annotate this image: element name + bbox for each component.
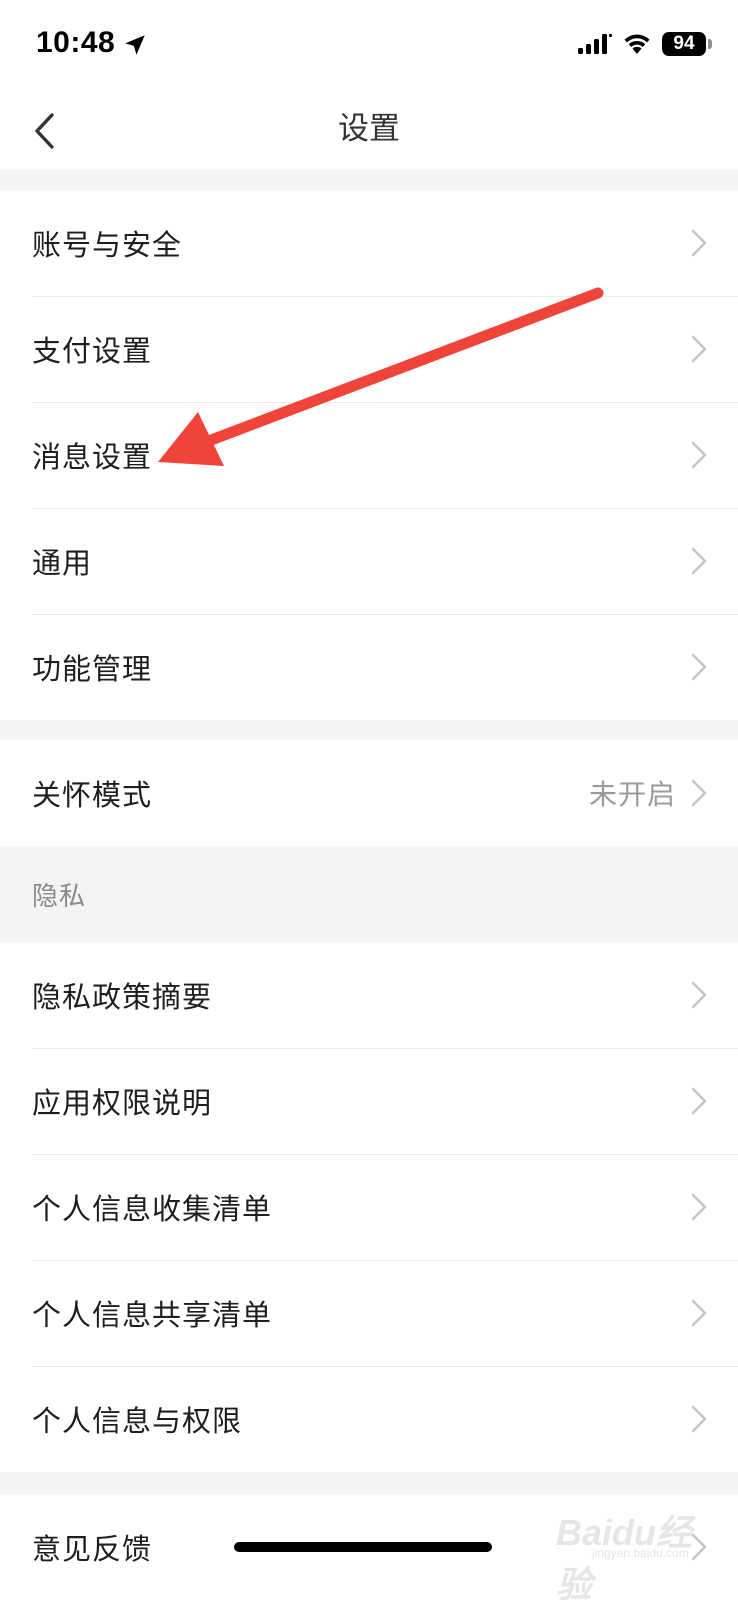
row-label: 通用	[32, 546, 93, 580]
row-value: 未开启	[588, 778, 676, 811]
row-label: 隐私政策摘要	[32, 980, 213, 1014]
chevron-right-icon	[691, 1299, 707, 1327]
chevron-right-icon	[691, 547, 707, 575]
chevron-right-icon	[691, 229, 707, 257]
row-label: 个人信息与权限	[32, 1404, 243, 1438]
row-label: 消息设置	[32, 440, 153, 474]
row-label: 账号与安全	[32, 228, 183, 262]
row-label: 应用权限说明	[32, 1086, 213, 1120]
nav-bar: 设置	[0, 92, 738, 170]
settings-row-privacy-policy-summary[interactable]: 隐私政策摘要	[0, 942, 738, 1048]
back-button[interactable]	[22, 104, 66, 158]
chevron-right-icon	[691, 1405, 707, 1433]
settings-group-care: 关怀模式 未开启	[0, 740, 738, 846]
chevron-right-icon	[691, 981, 707, 1009]
section-header-privacy: 隐私	[0, 846, 738, 942]
chevron-right-icon	[691, 1087, 707, 1115]
settings-row-feature-management[interactable]: 功能管理	[0, 614, 738, 720]
page-title: 设置	[338, 111, 400, 147]
settings-row-message[interactable]: 消息设置	[0, 402, 738, 508]
battery-indicator: 94	[662, 32, 706, 56]
row-label: 个人信息收集清单	[32, 1192, 273, 1226]
cellular-signal-icon	[578, 34, 612, 54]
chevron-right-icon	[691, 335, 707, 363]
settings-group-privacy: 隐私政策摘要 应用权限说明 个人信息收集清单 个人信息共享清单 个人信息与权限	[0, 942, 738, 1472]
home-indicator[interactable]	[234, 1542, 492, 1552]
settings-row-info-and-permissions[interactable]: 个人信息与权限	[0, 1366, 738, 1472]
chevron-right-icon	[691, 779, 707, 807]
chevron-right-icon	[691, 653, 707, 681]
row-label: 功能管理	[32, 652, 153, 686]
settings-row-payment[interactable]: 支付设置	[0, 296, 738, 402]
chevron-right-icon	[691, 441, 707, 469]
chevron-left-icon	[35, 113, 54, 149]
settings-group-main: 账号与安全 支付设置 消息设置 通用 功能管理	[0, 190, 738, 720]
location-arrow-icon	[125, 35, 145, 55]
status-time: 10:48	[36, 26, 116, 59]
settings-row-app-permissions[interactable]: 应用权限说明	[0, 1048, 738, 1154]
row-label: 支付设置	[32, 334, 153, 368]
settings-row-care-mode[interactable]: 关怀模式 未开启	[0, 740, 738, 846]
battery-nub	[708, 39, 712, 49]
settings-row-info-sharing-list[interactable]: 个人信息共享清单	[0, 1260, 738, 1366]
settings-row-general[interactable]: 通用	[0, 508, 738, 614]
status-bar: 10:48 94	[0, 0, 738, 92]
row-label: 个人信息共享清单	[32, 1298, 273, 1332]
row-label: 关怀模式	[32, 778, 153, 812]
settings-row-account-security[interactable]: 账号与安全	[0, 190, 738, 296]
chevron-right-icon	[691, 1193, 707, 1221]
settings-row-info-collection-list[interactable]: 个人信息收集清单	[0, 1154, 738, 1260]
chevron-right-icon	[691, 1533, 707, 1561]
wifi-icon	[624, 34, 650, 54]
